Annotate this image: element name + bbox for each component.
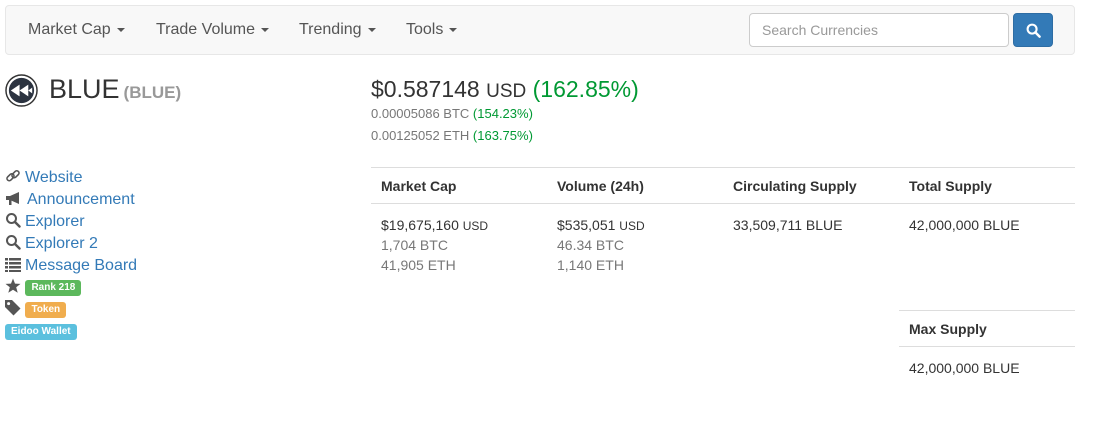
stats-top-divider [371, 167, 1075, 168]
price-btc-row: 0.00005086 BTC (154.23%) [371, 106, 533, 121]
nav-market-cap[interactable]: Market Cap [28, 6, 125, 54]
rank-row: Rank 218 [5, 277, 137, 299]
coin-symbol: (BLUE) [123, 83, 182, 102]
max-supply-top-divider [899, 310, 1075, 311]
explorer-2-link[interactable]: Explorer 2 [25, 235, 98, 252]
website-link[interactable]: Website [25, 169, 83, 186]
price-usd-unit: USD [486, 81, 527, 102]
message-board-link[interactable]: Message Board [25, 257, 137, 274]
token-badge: Token [25, 302, 67, 318]
circulating-supply-header: Circulating Supply [733, 178, 857, 194]
price-usd: $0.587148 [371, 76, 480, 102]
caret-down-icon [449, 27, 458, 32]
price-usd-change: (162.85%) [532, 76, 639, 102]
market-cap-usd: $19,675,160 [381, 217, 459, 233]
circulating-supply-value: 33,509,711 BLUE [733, 217, 843, 233]
link-message-board-row: Message Board [5, 255, 137, 277]
caret-down-icon [367, 27, 376, 32]
search-icon [6, 235, 21, 250]
caret-down-icon [116, 27, 125, 32]
price-eth: 0.00125052 ETH [371, 128, 470, 143]
wallet-row: Eidoo Wallet [5, 321, 137, 343]
nav-tools[interactable]: Tools [406, 6, 458, 54]
nav-market-cap-label: Market Cap [28, 21, 111, 38]
price-usd-row: $0.587148 USD (162.85%) [371, 76, 639, 103]
volume-usd-row: $535,051 USD [557, 217, 645, 233]
price-btc: 0.00005086 BTC [371, 106, 470, 121]
total-supply-value: 42,000,000 BLUE [909, 217, 1020, 233]
nav-trade-volume-label: Trade Volume [156, 21, 256, 38]
search-input[interactable] [749, 13, 1009, 47]
link-website-row: Website [5, 167, 137, 189]
volume-usd: $535,051 [557, 217, 616, 233]
announcement-link[interactable]: Announcement [27, 191, 135, 208]
search-button[interactable] [1013, 13, 1053, 47]
volume-header: Volume (24h) [557, 178, 644, 194]
price-eth-row: 0.00125052 ETH (163.75%) [371, 128, 533, 143]
price-eth-change: (163.75%) [472, 128, 533, 143]
nav-tools-label: Tools [406, 21, 444, 38]
caret-down-icon [261, 27, 270, 32]
volume-eth: 1,140 ETH [557, 257, 624, 273]
coin-name: BLUE [49, 74, 120, 104]
market-cap-eth: 41,905 ETH [381, 257, 456, 273]
search-icon [1026, 23, 1041, 38]
nav-trade-volume[interactable]: Trade Volume [156, 6, 270, 54]
tag-row: Token [5, 299, 137, 321]
link-icon [6, 169, 20, 182]
max-supply-header: Max Supply [909, 321, 987, 337]
market-cap-usd-unit: USD [462, 219, 489, 233]
tag-icon [5, 300, 21, 316]
link-explorer2-row: Explorer 2 [5, 233, 137, 255]
max-supply-header-divider [899, 346, 1075, 347]
coin-logo-icon [5, 74, 38, 107]
volume-usd-unit: USD [619, 219, 645, 233]
nav-trending-label: Trending [299, 21, 362, 38]
max-supply-value: 42,000,000 BLUE [909, 360, 1020, 376]
link-explorer-row: Explorer [5, 211, 137, 233]
coin-links: Website Announcement Explorer Explorer 2… [5, 167, 137, 343]
list-icon [5, 258, 21, 272]
search-icon [6, 213, 21, 228]
explorer-link[interactable]: Explorer [25, 213, 85, 230]
star-icon [5, 278, 21, 293]
link-announcement-row: Announcement [5, 189, 137, 211]
market-cap-header: Market Cap [381, 178, 457, 194]
market-cap-btc: 1,704 BTC [381, 237, 448, 253]
rank-badge: Rank 218 [25, 280, 82, 296]
price-btc-change: (154.23%) [472, 106, 533, 121]
market-cap-usd-row: $19,675,160 USD [381, 217, 488, 233]
volume-btc: 46.34 BTC [557, 237, 624, 253]
coin-title: BLUE (BLUE) [49, 74, 181, 105]
stats-header-divider [371, 203, 1075, 204]
eidoo-wallet-badge[interactable]: Eidoo Wallet [5, 324, 77, 340]
bullhorn-icon [6, 192, 19, 205]
nav-trending[interactable]: Trending [299, 6, 376, 54]
total-supply-header: Total Supply [909, 178, 992, 194]
